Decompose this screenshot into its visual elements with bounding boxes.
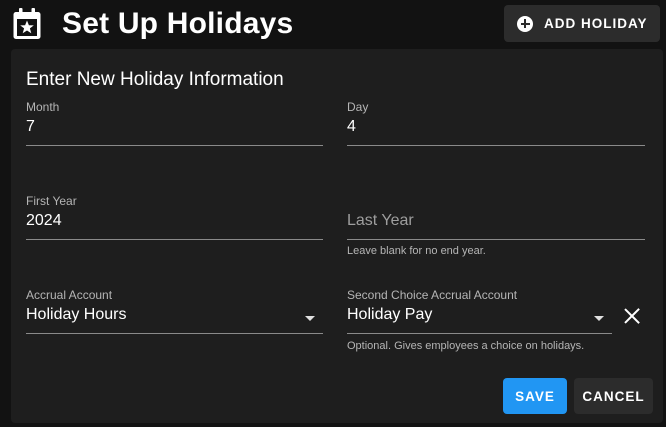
caret-down-icon bbox=[305, 316, 315, 321]
add-holiday-label: ADD HOLIDAY bbox=[544, 16, 648, 31]
plus-circle-icon bbox=[517, 15, 533, 32]
accrual-account-select[interactable]: Accrual Account Holiday Hours bbox=[26, 288, 323, 334]
month-value: 7 bbox=[26, 118, 35, 135]
second-accrual-account-select[interactable]: Second Choice Accrual Account Holiday Pa… bbox=[347, 288, 612, 354]
first-year-value: 2024 bbox=[26, 212, 62, 229]
accrual-account-label: Accrual Account bbox=[26, 288, 113, 302]
page-title: Set Up Holidays bbox=[62, 7, 294, 40]
form-title: Enter New Holiday Information bbox=[26, 69, 284, 90]
accrual-account-underline bbox=[26, 333, 323, 334]
save-button[interactable]: SAVE bbox=[503, 378, 567, 414]
day-field[interactable]: Day 4 bbox=[347, 100, 645, 146]
second-accrual-account-underline bbox=[347, 333, 612, 334]
day-label: Day bbox=[347, 100, 369, 114]
page-header: Set Up Holidays ADD HOLIDAY bbox=[0, 0, 666, 48]
add-holiday-button[interactable]: ADD HOLIDAY bbox=[504, 5, 660, 42]
first-year-underline bbox=[26, 239, 323, 240]
first-year-label: First Year bbox=[26, 194, 77, 208]
last-year-field[interactable]: Last Year Leave blank for no end year. bbox=[347, 194, 645, 260]
last-year-hint: Leave blank for no end year. bbox=[347, 245, 486, 257]
accrual-account-value: Holiday Hours bbox=[26, 306, 127, 323]
month-field[interactable]: Month 7 bbox=[26, 100, 323, 146]
last-year-placeholder: Last Year bbox=[347, 212, 414, 229]
second-accrual-account-value: Holiday Pay bbox=[347, 306, 433, 323]
month-label: Month bbox=[26, 100, 60, 114]
calendar-star-icon bbox=[12, 8, 42, 40]
last-year-underline bbox=[347, 239, 645, 240]
day-underline bbox=[347, 145, 645, 146]
month-underline bbox=[26, 145, 323, 146]
second-accrual-account-label: Second Choice Accrual Account bbox=[347, 288, 518, 302]
first-year-field[interactable]: First Year 2024 bbox=[26, 194, 323, 240]
cancel-button[interactable]: CANCEL bbox=[574, 378, 653, 414]
day-value: 4 bbox=[347, 118, 356, 135]
close-icon[interactable] bbox=[623, 307, 641, 325]
caret-down-icon bbox=[594, 316, 604, 321]
second-accrual-account-hint: Optional. Gives employees a choice on ho… bbox=[347, 340, 585, 352]
